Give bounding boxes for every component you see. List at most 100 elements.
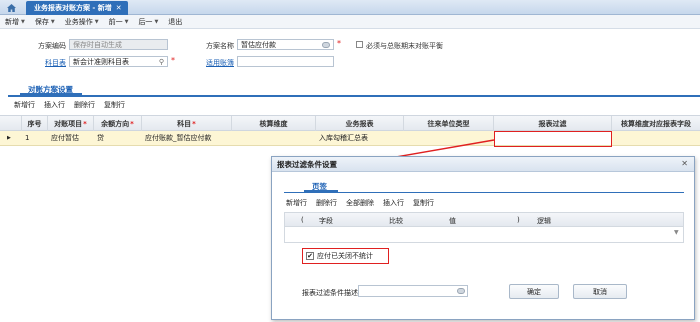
add-row-button[interactable]: 新增行 xyxy=(14,100,35,110)
copy-row-button[interactable]: 复制行 xyxy=(413,198,434,208)
col-indicator xyxy=(0,116,22,131)
filter-dialog: 报表过滤条件设置 ✕ 页签 新增行 删除行 全部删除 插入行 复制行 ( 字段 … xyxy=(271,156,695,320)
menu-new-label: 新增 xyxy=(5,17,19,26)
copy-row-button[interactable]: 复制行 xyxy=(104,100,125,110)
row-indicator-icon: ▶ xyxy=(7,135,11,141)
menu-previous[interactable]: 前一 ▼ xyxy=(104,15,134,29)
cell-report[interactable]: 入库勾稽汇总表 xyxy=(316,131,404,145)
home-button[interactable] xyxy=(0,0,22,15)
scheme-name-label: 方案名称 xyxy=(206,42,234,50)
scroll-down-icon[interactable]: ▼ xyxy=(674,229,682,241)
required-mark: * xyxy=(130,119,134,128)
close-icon[interactable]: ✕ xyxy=(681,159,688,168)
lookup-icon[interactable] xyxy=(322,41,330,48)
dialog-tab-divider xyxy=(284,192,684,193)
chevron-down-icon: ▼ xyxy=(124,18,129,25)
dialog-tab-indicator xyxy=(304,190,338,193)
delete-row-button[interactable]: 删除行 xyxy=(74,100,95,110)
close-tab-icon[interactable]: ✕ xyxy=(116,4,122,12)
subject-table-link[interactable]: 科目表 xyxy=(30,58,66,68)
col-report[interactable]: 业务报表 xyxy=(316,116,404,131)
scheme-name-field[interactable]: 暂估应付款 xyxy=(237,39,334,50)
cell-dim-field[interactable] xyxy=(612,131,700,145)
col-subject[interactable]: 科目 * xyxy=(142,116,232,131)
menu-previous-label: 前一 xyxy=(108,17,123,26)
col-dim-field[interactable]: 核算维度对应报表字段 xyxy=(612,116,700,131)
filter-desc-label: 报表过滤条件描述 xyxy=(302,289,358,297)
scheme-header-form: 方案编码 保存时自动生成 方案名称 暂估应付款 * 必须与总账期末对账平衡 科目… xyxy=(0,29,700,74)
required-mark: * xyxy=(83,119,87,128)
closed-exclusion-label: 应付已关闭不统计 xyxy=(317,252,373,260)
menu-business-ops-label: 业务操作 xyxy=(64,17,93,26)
dialog-title: 报表过滤条件设置 xyxy=(277,159,337,169)
col-subject-label: 科目 xyxy=(177,119,192,128)
chevron-down-icon: ▼ xyxy=(94,18,99,25)
chevron-down-icon: ▼ xyxy=(154,18,159,25)
cell-partner[interactable] xyxy=(404,131,494,145)
tab-title: 业务报表对账方案 - 新增 xyxy=(34,4,112,12)
menu-save[interactable]: 保存 ▼ xyxy=(30,15,60,29)
col-partner[interactable]: 往来单位类型 xyxy=(404,116,494,131)
chevron-down-icon: ▼ xyxy=(21,18,25,25)
period-balance-label: 必须与总账期末对账平衡 xyxy=(366,42,443,50)
applicable-books-link[interactable]: 适用账簿 xyxy=(198,58,234,68)
tab-scheme-edit[interactable]: 业务报表对账方案 - 新增 ✕ xyxy=(26,1,128,15)
menu-new[interactable]: 新增 ▼ xyxy=(0,15,30,29)
col-seq[interactable]: 序号 xyxy=(22,116,48,131)
search-icon[interactable]: ⚲ xyxy=(159,58,164,66)
period-balance-checkbox[interactable] xyxy=(356,41,363,48)
closed-exclusion-checkbox[interactable]: ✔ xyxy=(306,252,314,260)
dialog-row-ops: 新增行 删除行 全部删除 插入行 复制行 xyxy=(286,198,434,208)
required-mark: * xyxy=(192,119,196,128)
cancel-button[interactable]: 取消 xyxy=(573,284,627,299)
col-value[interactable]: 值 xyxy=(449,216,456,226)
closed-exclusion-option[interactable]: ✔ 应付已关闭不统计 xyxy=(302,248,389,264)
scheme-code-field: 保存时自动生成 xyxy=(69,39,168,50)
lookup-icon[interactable] xyxy=(457,288,465,294)
menu-next[interactable]: 后一 ▼ xyxy=(133,15,163,29)
insert-row-button[interactable]: 插入行 xyxy=(44,100,65,110)
menu-exit[interactable]: 退出 xyxy=(163,15,187,29)
col-rparen[interactable]: ) xyxy=(517,216,520,224)
col-compare[interactable]: 比较 xyxy=(389,216,403,226)
subject-table-value: 新会计准则科目表 xyxy=(73,57,129,66)
dialog-grid-body[interactable] xyxy=(284,227,684,243)
section-tab-indicator xyxy=(20,93,82,96)
applicable-books-field[interactable] xyxy=(237,56,334,67)
top-tab-bar: 业务报表对账方案 - 新增 ✕ xyxy=(0,0,700,15)
col-lparen[interactable]: ( xyxy=(301,216,304,224)
scheme-name-value: 暂估应付款 xyxy=(241,40,276,49)
required-mark: * xyxy=(337,39,341,48)
grid-row-ops: 新增行 插入行 删除行 复制行 xyxy=(14,100,125,110)
add-row-button[interactable]: 新增行 xyxy=(286,198,307,208)
col-item-label: 对账项目 xyxy=(54,119,83,128)
delete-row-button[interactable]: 删除行 xyxy=(316,198,337,208)
ok-button[interactable]: 确定 xyxy=(509,284,559,299)
cell-subject[interactable]: 应付账款_暂估应付款 xyxy=(142,131,232,145)
cell-seq[interactable]: 1 xyxy=(22,131,48,145)
highlight-box xyxy=(494,131,612,147)
section-divider xyxy=(8,95,700,97)
dialog-grid-header: ( 字段 比较 值 ) 逻辑 xyxy=(284,212,684,227)
required-mark: * xyxy=(171,56,175,65)
menu-bar: 新增 ▼ 保存 ▼ 业务操作 ▼ 前一 ▼ 后一 ▼ 退出 xyxy=(0,15,700,29)
menu-business-ops[interactable]: 业务操作 ▼ xyxy=(60,15,104,29)
dialog-title-bar[interactable]: 报表过滤条件设置 xyxy=(272,157,694,172)
cell-item[interactable]: 应付暂估 xyxy=(48,131,94,145)
col-filter[interactable]: 报表过滤 xyxy=(494,116,612,131)
col-dim[interactable]: 核算维度 xyxy=(232,116,316,131)
col-direction-label: 余额方向 xyxy=(101,119,130,128)
col-item[interactable]: 对账项目 * xyxy=(48,116,94,131)
delete-all-button[interactable]: 全部删除 xyxy=(346,198,374,208)
cell-dim[interactable] xyxy=(232,131,316,145)
col-direction[interactable]: 余额方向 * xyxy=(94,116,142,131)
insert-row-button[interactable]: 插入行 xyxy=(383,198,404,208)
subject-table-field[interactable]: 新会计准则科目表 ⚲ xyxy=(69,56,168,67)
cell-direction[interactable]: 贷 xyxy=(94,131,142,145)
col-field[interactable]: 字段 xyxy=(319,216,333,226)
filter-desc-field[interactable] xyxy=(358,285,468,297)
menu-exit-label: 退出 xyxy=(168,17,183,26)
chevron-down-icon: ▼ xyxy=(50,18,55,25)
grid-header: 序号 对账项目 * 余额方向 * 科目 * 核算维度 业务报表 往来单位类型 报表过滤… xyxy=(0,115,700,131)
col-logic[interactable]: 逻辑 xyxy=(537,216,551,226)
